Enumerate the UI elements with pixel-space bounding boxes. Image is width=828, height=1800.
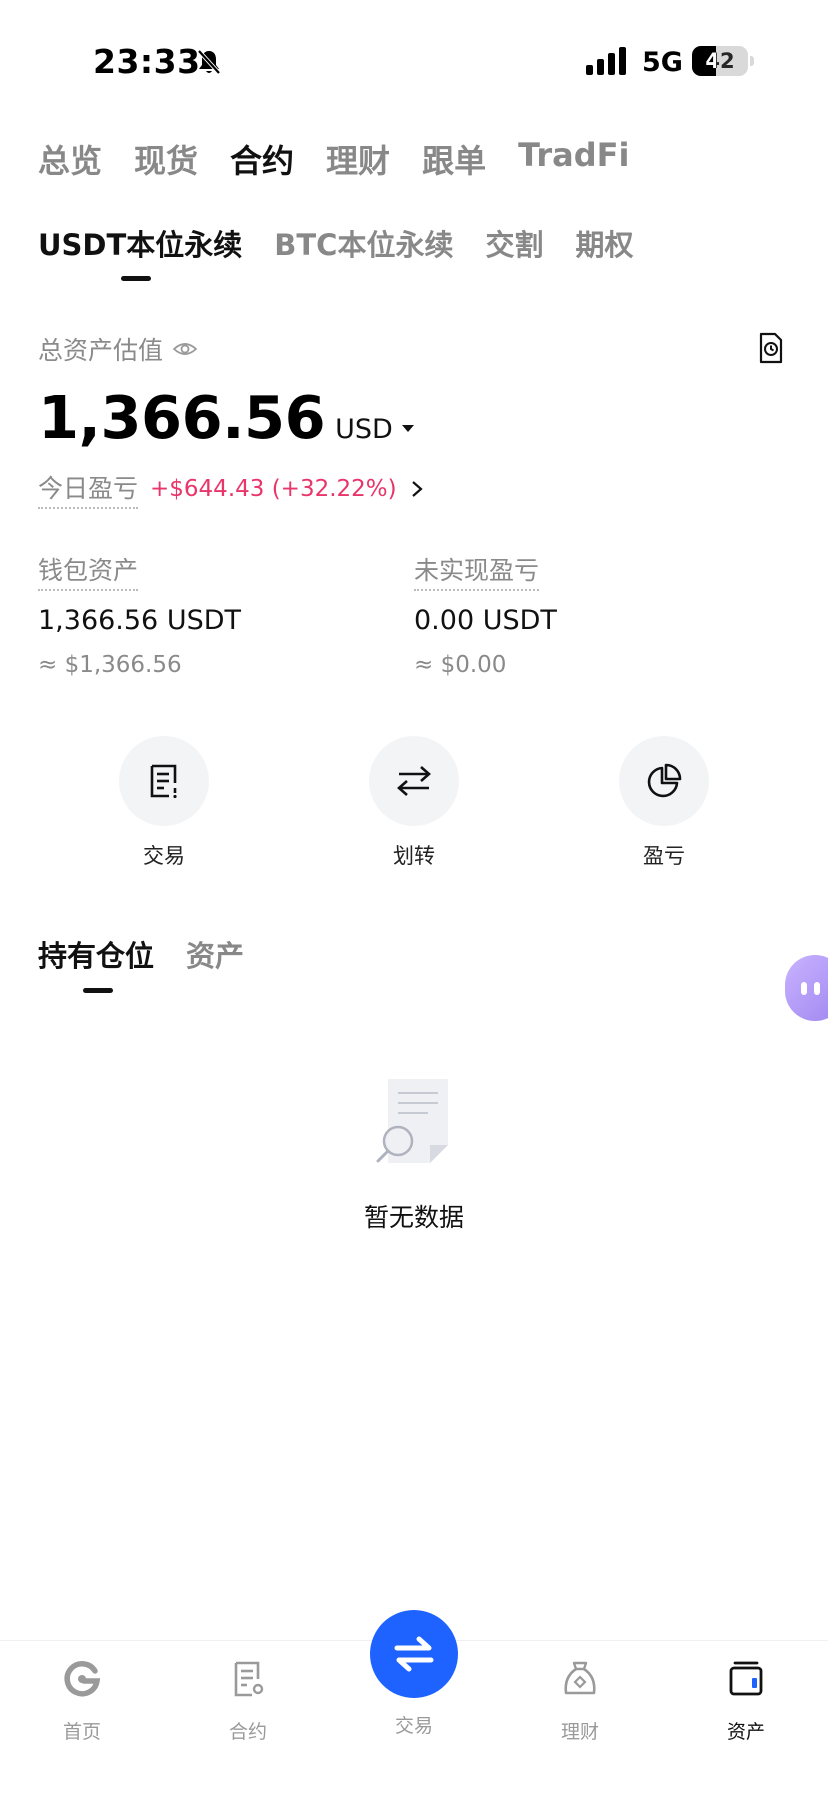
currency-selector[interactable]: USD xyxy=(335,414,393,445)
wallet-assets-approx: ≈ $1,366.56 xyxy=(38,652,182,678)
bell-muted-icon xyxy=(197,49,221,75)
wallet-assets-value: 1,366.56 USDT xyxy=(38,605,242,636)
sub-nav-indicator xyxy=(121,276,151,281)
today-pnl-value: +$644.43 (+32.22%) xyxy=(150,476,397,502)
sub-nav-tab-1[interactable]: BTC本位永续 xyxy=(274,222,453,264)
swap-icon xyxy=(394,1636,434,1672)
position-tab-0[interactable]: 持有仓位 xyxy=(38,933,154,975)
unrealized-pnl: 未实现盈亏 0.00 USDT ≈ $0.00 xyxy=(414,551,557,678)
top-nav-tab-0[interactable]: 总览 xyxy=(38,136,102,182)
bottom-nav-trade-label: 交易 xyxy=(394,1715,433,1737)
sub-nav-tab-0[interactable]: USDT本位永续 xyxy=(38,222,242,264)
bottom-nav-home[interactable]: 首页 xyxy=(22,1659,142,1744)
bottom-nav-label: 理财 xyxy=(560,1721,599,1743)
signal-icon xyxy=(586,47,626,75)
action-label: 交易 xyxy=(143,844,185,868)
today-pnl-label: 今日盈亏 xyxy=(38,469,139,509)
bottom-nav-earn[interactable]: 理财 xyxy=(520,1659,640,1744)
top-nav: 总览 现货 合约 理财 跟单 TradFi xyxy=(38,136,662,182)
status-bar: 23:33 5G 42 xyxy=(0,0,828,110)
total-estimate-label: 总资产估值 xyxy=(38,331,198,367)
total-estimate-text: 总资产估值 xyxy=(38,336,164,365)
today-pnl[interactable]: 今日盈亏 +$644.43 (+32.22%) xyxy=(38,469,423,509)
caret-down-icon[interactable] xyxy=(401,425,414,432)
action-pnl[interactable]: 盈亏 xyxy=(589,736,739,870)
pie-chart-icon xyxy=(647,763,682,798)
battery-icon: 42 xyxy=(692,46,754,76)
bottom-nav-contract[interactable]: 合约 xyxy=(188,1659,308,1744)
earn-icon xyxy=(564,1661,596,1695)
eye-icon[interactable] xyxy=(173,339,198,359)
network-type: 5G xyxy=(642,47,683,78)
top-nav-tab-2[interactable]: 合约 xyxy=(230,136,294,182)
unrealized-pnl-approx: ≈ $0.00 xyxy=(414,652,507,678)
swap-fab-button[interactable] xyxy=(370,1610,458,1698)
clock: 23:33 xyxy=(93,42,201,81)
contract-icon xyxy=(234,1661,264,1697)
unrealized-pnl-label: 未实现盈亏 xyxy=(414,551,540,591)
top-nav-tab-5[interactable]: TradFi xyxy=(518,136,629,182)
empty-state-icon xyxy=(376,1079,448,1163)
position-tab-1[interactable]: 资产 xyxy=(186,933,244,975)
action-transfer[interactable]: 划转 xyxy=(339,736,489,870)
total-balance: 1,366.56 USD xyxy=(38,383,414,452)
top-nav-tab-3[interactable]: 理财 xyxy=(326,136,390,182)
sub-nav-tab-3[interactable]: 期权 xyxy=(575,222,633,264)
action-label: 盈亏 xyxy=(643,844,685,868)
action-label: 划转 xyxy=(393,844,435,868)
transfer-icon xyxy=(397,766,431,796)
unrealized-pnl-value: 0.00 USDT xyxy=(414,605,557,636)
chevron-right-icon[interactable] xyxy=(411,480,423,498)
history-doc-icon[interactable] xyxy=(758,332,784,364)
trade-doc-icon xyxy=(150,764,177,799)
bottom-nav-label: 首页 xyxy=(62,1721,101,1743)
wallet-icon xyxy=(729,1661,763,1696)
action-trade[interactable]: 交易 xyxy=(89,736,239,870)
sub-nav-tab-2[interactable]: 交割 xyxy=(485,222,543,264)
top-nav-tab-1[interactable]: 现货 xyxy=(134,136,198,182)
bottom-nav-label: 合约 xyxy=(228,1721,267,1743)
battery-level: 42 xyxy=(705,49,735,73)
bottom-nav-label: 资产 xyxy=(726,1721,765,1743)
wallet-assets: 钱包资产 1,366.56 USDT ≈ $1,366.56 xyxy=(38,551,241,678)
empty-state-text: 暂无数据 xyxy=(363,1203,464,1232)
wallet-assets-label: 钱包资产 xyxy=(38,551,139,591)
top-nav-tab-4[interactable]: 跟单 xyxy=(422,136,486,182)
sub-nav: USDT本位永续 BTC本位永续 交割 期权 xyxy=(38,222,666,264)
assistant-float-button[interactable] xyxy=(785,955,828,1021)
position-tabs: 持有仓位 资产 xyxy=(38,933,276,975)
bottom-nav-assets[interactable]: 资产 xyxy=(686,1659,806,1744)
total-amount: 1,366.56 xyxy=(38,383,326,452)
home-logo-icon xyxy=(64,1661,101,1697)
position-tab-indicator xyxy=(83,988,113,993)
